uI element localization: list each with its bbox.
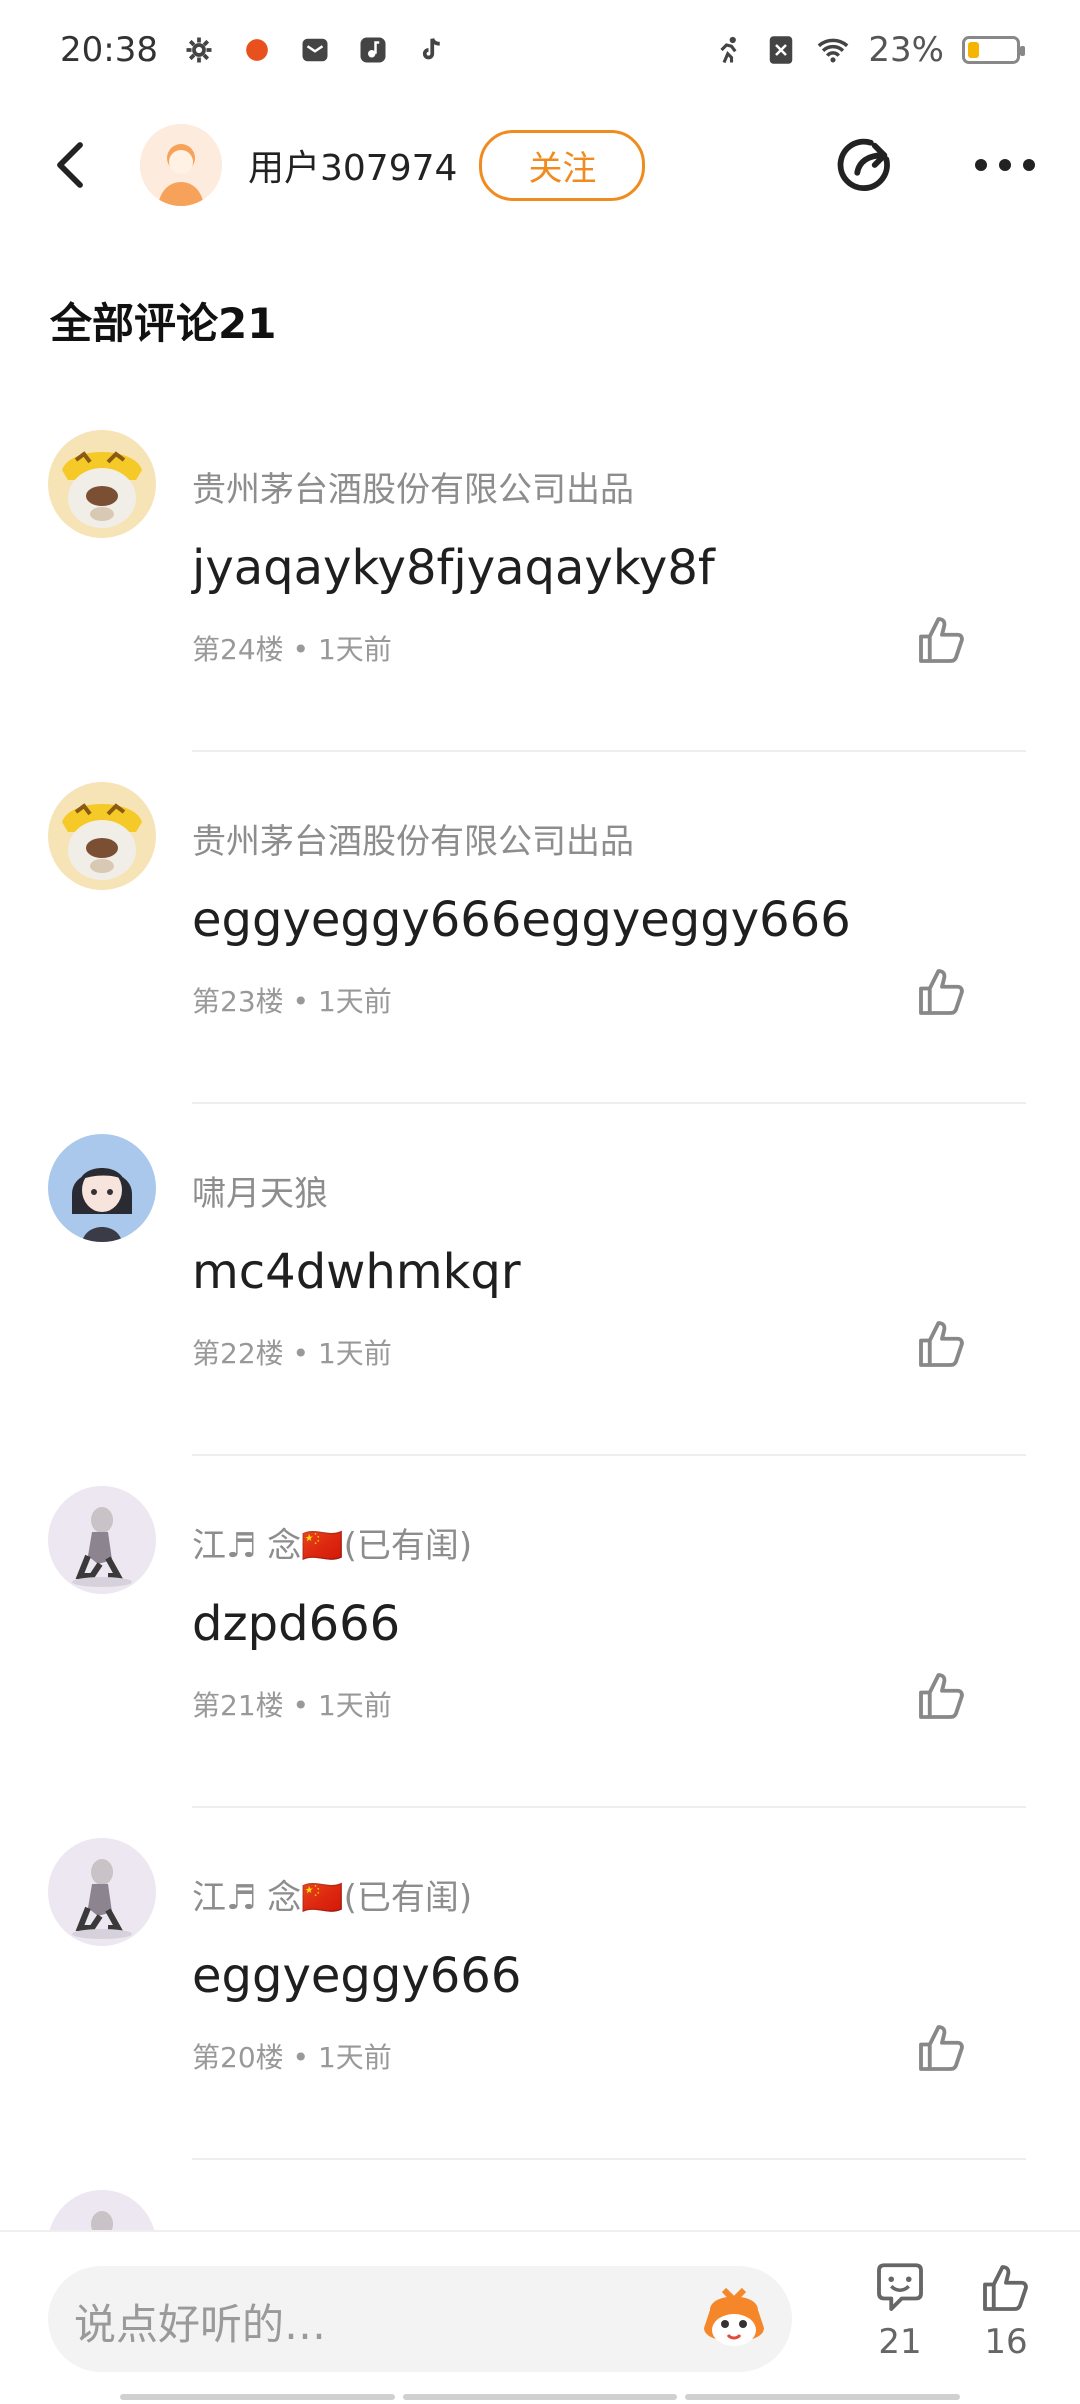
comment-item[interactable]: 江♬ 念🇨🇳(已有闺) dzpd666 第21楼 • 1天前 bbox=[0, 1456, 1080, 1808]
comment-avatar[interactable] bbox=[48, 1486, 156, 1594]
comment-text: jyaqayky8fjyaqayky8f bbox=[192, 540, 715, 596]
like-count-button[interactable]: 16 bbox=[966, 2260, 1046, 2362]
comment-avatar[interactable] bbox=[48, 1134, 156, 1242]
status-bar: 20:38 23% bbox=[0, 0, 1080, 100]
comment-text: dzpd666 bbox=[192, 1596, 401, 1652]
more-button[interactable] bbox=[970, 130, 1040, 200]
comment-author[interactable]: 贵州茅台酒股份有限公司出品 bbox=[192, 814, 634, 863]
comment-meta: 第23楼 • 1天前 bbox=[192, 980, 392, 1020]
music-app-icon bbox=[356, 33, 390, 67]
like-button[interactable] bbox=[914, 612, 970, 668]
comment-time: 1天前 bbox=[317, 1337, 392, 1370]
comment-meta: 第20楼 • 1天前 bbox=[192, 2036, 392, 2076]
status-time: 20:38 bbox=[60, 30, 158, 70]
comment-text: mc4dwhmkqr bbox=[192, 1244, 521, 1300]
comment-count: 21 bbox=[878, 2322, 922, 2362]
meta-separator: • bbox=[292, 1689, 310, 1722]
home-indicator bbox=[120, 2394, 961, 2400]
mail-icon bbox=[298, 33, 332, 67]
username[interactable]: 用户307974 bbox=[248, 139, 457, 191]
tiktok-icon bbox=[414, 33, 448, 67]
like-button[interactable] bbox=[914, 1668, 970, 1724]
follow-button[interactable]: 关注 bbox=[479, 129, 646, 201]
comment-floor: 第20楼 bbox=[192, 2041, 284, 2074]
like-button[interactable] bbox=[914, 2020, 970, 2076]
comments-title: 全部评论21 bbox=[50, 299, 277, 348]
comment-item[interactable]: 贵州茅台酒股份有限公司出品 jyaqayky8fjyaqayky8f 第24楼 … bbox=[0, 400, 1080, 752]
comment-author[interactable]: 贵州茅台酒股份有限公司出品 bbox=[192, 462, 634, 511]
sim-off-icon bbox=[764, 33, 798, 67]
meta-separator: • bbox=[292, 1337, 310, 1370]
comment-input[interactable]: 说点好听的… bbox=[48, 2266, 792, 2372]
share-icon bbox=[837, 138, 890, 192]
thumbs-up-icon bbox=[919, 617, 964, 663]
bottom-bar: 说点好听的… 21 16 bbox=[0, 2230, 1080, 2404]
thumbs-up-icon bbox=[919, 2025, 964, 2071]
header: 用户307974 关注 bbox=[0, 110, 1080, 220]
comment-item[interactable]: 贵州茅台酒股份有限公司出品 eggyeggy666eggyeggy666 第23… bbox=[0, 752, 1080, 1104]
battery-icon bbox=[962, 36, 1025, 64]
wifi-icon bbox=[816, 33, 850, 67]
comment-text: eggyeggy666 bbox=[192, 1948, 522, 2004]
settings-icon bbox=[182, 33, 216, 67]
comment-author[interactable]: 啸月天狼 bbox=[192, 1166, 328, 1215]
comment-item[interactable]: 啸月天狼 mc4dwhmkqr 第22楼 • 1天前 bbox=[0, 1104, 1080, 1456]
comment-meta: 第24楼 • 1天前 bbox=[192, 628, 392, 668]
comment-floor: 第21楼 bbox=[192, 1689, 284, 1722]
like-button[interactable] bbox=[914, 1316, 970, 1372]
comment-count-button[interactable]: 21 bbox=[860, 2260, 940, 2362]
comment-avatar[interactable] bbox=[48, 782, 156, 890]
app-notification-icon bbox=[240, 33, 274, 67]
more-icon bbox=[975, 159, 1035, 171]
comment-time: 1天前 bbox=[317, 633, 392, 666]
user-avatar[interactable] bbox=[140, 124, 222, 206]
thumbs-up-icon bbox=[919, 1673, 964, 1719]
meta-separator: • bbox=[292, 985, 310, 1018]
comment-input-placeholder: 说点好听的… bbox=[74, 2300, 327, 2349]
battery-percent: 23% bbox=[868, 30, 944, 70]
meta-separator: • bbox=[292, 2041, 310, 2074]
like-button[interactable] bbox=[914, 964, 970, 1020]
back-arrow-icon bbox=[57, 142, 83, 188]
comment-floor: 第23楼 bbox=[192, 985, 284, 1018]
comment-floor: 第24楼 bbox=[192, 633, 284, 666]
comment-avatar[interactable] bbox=[48, 430, 156, 538]
back-button[interactable] bbox=[40, 135, 100, 195]
comment-text: eggyeggy666eggyeggy666 bbox=[192, 892, 851, 948]
comment-author[interactable]: 江♬ 念🇨🇳(已有闺) bbox=[192, 1870, 472, 1919]
comment-floor: 第22楼 bbox=[192, 1337, 284, 1370]
thumbs-up-icon bbox=[919, 969, 964, 1015]
comment-meta: 第22楼 • 1天前 bbox=[192, 1332, 392, 1372]
comment-meta: 第21楼 • 1天前 bbox=[192, 1684, 392, 1724]
comment-author[interactable]: 江♬ 念🇨🇳(已有闺) bbox=[192, 1518, 472, 1567]
comment-avatar[interactable] bbox=[48, 1838, 156, 1946]
like-count: 16 bbox=[984, 2322, 1028, 2362]
comment-time: 1天前 bbox=[317, 1689, 392, 1722]
thumbs-up-icon bbox=[983, 2265, 1028, 2311]
share-button[interactable] bbox=[830, 130, 900, 200]
thumbs-up-icon bbox=[919, 1321, 964, 1367]
comment-time: 1天前 bbox=[317, 2041, 392, 2074]
comment-time: 1天前 bbox=[317, 985, 392, 1018]
meta-separator: • bbox=[292, 633, 310, 666]
running-icon bbox=[712, 33, 746, 67]
comment-item[interactable]: 江♬ 念🇨🇳(已有闺) eggyeggy666 第20楼 • 1天前 bbox=[0, 1808, 1080, 2160]
mascot-icon[interactable] bbox=[694, 2280, 774, 2360]
comment-item-partial[interactable] bbox=[0, 2160, 1080, 2298]
comment-list: 贵州茅台酒股份有限公司出品 jyaqayky8fjyaqayky8f 第24楼 … bbox=[0, 400, 1080, 2298]
comment-icon bbox=[877, 2263, 923, 2311]
